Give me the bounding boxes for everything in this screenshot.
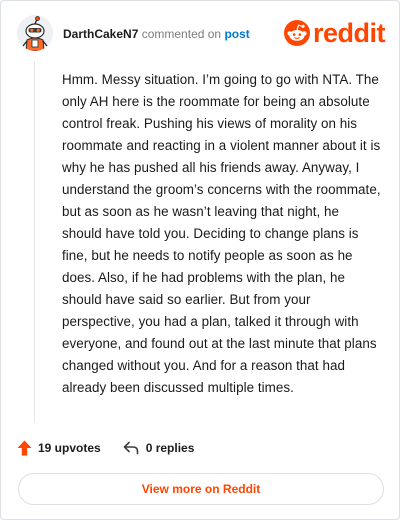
brand-wordmark: reddit <box>312 18 386 48</box>
upvote-button[interactable]: 19 upvotes <box>17 440 101 456</box>
upvote-arrow-icon <box>17 440 32 456</box>
view-more-button[interactable]: View more on Reddit <box>18 473 384 505</box>
comment-header: DarthCakeN7 commented on post reddit <box>17 15 386 53</box>
comment-actions: 19 upvotes 0 replies <box>17 437 194 459</box>
reply-arrow-icon <box>123 441 139 455</box>
avatar[interactable] <box>17 15 53 51</box>
username[interactable]: DarthCakeN7 <box>63 27 138 41</box>
thread-line <box>34 61 35 423</box>
snoo-avatar-icon <box>17 15 53 51</box>
comment-embed-card: DarthCakeN7 commented on post reddit Hmm… <box>0 0 400 520</box>
reply-button[interactable]: 0 replies <box>123 441 195 455</box>
comment-body: Hmm. Messy situation. I’m going to go wi… <box>62 72 381 395</box>
comment-meta: DarthCakeN7 commented on post <box>63 26 250 42</box>
reply-count: 0 replies <box>145 441 195 455</box>
reddit-logo[interactable]: reddit <box>283 18 386 48</box>
reddit-alien-icon <box>283 20 310 46</box>
upvote-count: 19 upvotes <box>38 441 101 455</box>
post-link[interactable]: post <box>224 27 249 41</box>
action-text: commented on <box>141 27 222 41</box>
